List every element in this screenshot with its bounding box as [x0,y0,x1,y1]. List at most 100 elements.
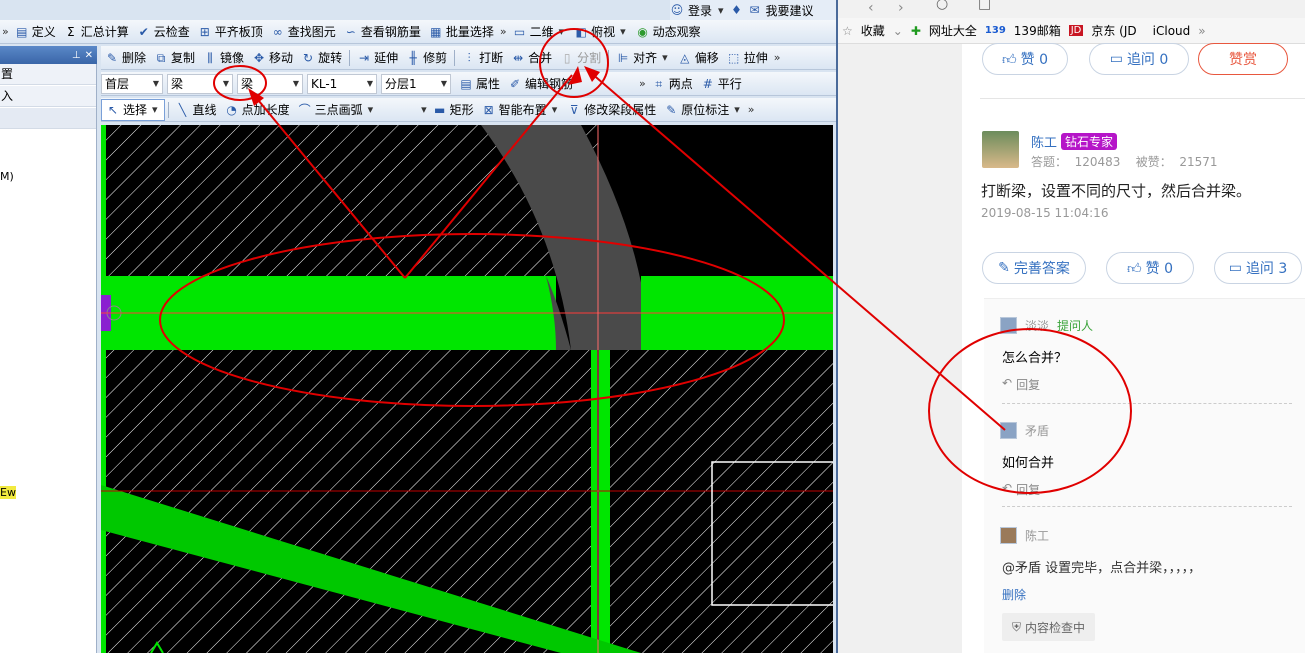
view-rebar-button[interactable]: ∽ 查看钢筋量 [340,21,425,43]
view-top-button[interactable]: ◧ 俯视 ▾ [570,21,632,43]
smart-layout-button[interactable]: ⊠ 智能布置 ▾ [478,99,564,121]
two-points-button[interactable]: ⌗ 两点 [648,73,697,95]
toolbar-overflow-icon[interactable]: » [637,77,648,90]
rect-button[interactable]: ▬ 矩形 [429,99,478,121]
side-row[interactable] [0,108,96,129]
copy-button[interactable]: ⧉ 复制 [150,47,199,69]
edit-rebar-button[interactable]: ✐ 编辑钢筋 [504,73,577,95]
forward-icon[interactable]: › [898,0,904,16]
comment-user[interactable]: 淡淡 [1025,317,1049,334]
beam-green-vertical[interactable] [591,350,610,653]
answerer-name[interactable]: 陈工 [1031,132,1057,151]
expert-badge: 钻石专家 [1061,133,1118,150]
review-badge: ⛨ 内容检查中 [1002,613,1096,641]
divider [608,49,610,66]
split-button[interactable]: ▯ 分割 [556,47,605,69]
side-row[interactable]: 入 [0,86,96,107]
align-button[interactable]: ⊫ 对齐 ▾ [612,47,674,69]
original-mark-button[interactable]: ✎ 原位标注 ▾ [660,99,746,121]
answer-ask-button[interactable]: ▭ 追问 3 [1214,252,1302,284]
modify-segment-button[interactable]: ⊽ 修改梁段属性 [563,99,660,121]
reply-link[interactable]: ↶ 回复 [1002,481,1040,498]
find-element-button[interactable]: ∞ 查找图元 [267,21,340,43]
mirror-button[interactable]: ⫼ 镜像 [199,47,248,69]
bell-icon[interactable]: ♦ [730,3,744,17]
delete-link[interactable]: 删除 [1002,586,1026,603]
member-select[interactable]: KL-1 ▼ [307,73,377,94]
improve-answer-button[interactable]: ✎ 完善答案 [982,252,1086,284]
thumbs-up-icon: 👍︎ [1127,260,1142,277]
drawing-canvas[interactable] [101,125,833,653]
select-button[interactable]: ↖ 选择 ▾ [101,98,165,121]
merge-button[interactable]: ⇹ 合并 [507,47,556,69]
login-button[interactable]: 登录 [688,2,712,19]
answerer-stats: 答题： 120483 被赞： 21571 [1031,155,1218,169]
home-icon[interactable]: □ [978,0,991,12]
bookmark-favorites[interactable]: 收藏 [861,22,885,39]
avatar[interactable] [1000,422,1017,439]
view-2d-button[interactable]: ▭ 二维 ▾ [509,21,571,43]
close-icon[interactable]: ✕ [85,50,93,61]
suggest-button[interactable]: 我要建议 [766,2,814,19]
toolbar-overflow-icon[interactable]: » [772,51,783,64]
bookmark-icloud[interactable]: iCloud [1153,24,1191,38]
extend-button[interactable]: ⇥ 延伸 [353,47,402,69]
stretch-button[interactable]: ⬚ 拉伸 [723,47,772,69]
point-length-button[interactable]: ◔ 点加长度 [221,99,294,121]
bookmark-sites[interactable]: 网址大全 [929,22,977,39]
bookmark-139mail[interactable]: 139邮箱 [1014,22,1061,39]
batch-select-button[interactable]: ▦ 批量选择 [425,21,498,43]
comment-user[interactable]: 矛盾 [1025,422,1049,439]
toolbar-overflow-icon[interactable]: » [498,25,509,38]
comment-user[interactable]: 陈工 [1025,527,1049,544]
side-row[interactable]: 置 [0,64,96,85]
address-bar[interactable]: ‹ › ○ □ [838,0,1305,18]
like-button[interactable]: 👍︎ 赞 0 [982,43,1068,75]
avatar[interactable] [1000,317,1017,334]
toolbar-overflow-icon[interactable]: » [0,25,11,38]
offset-button[interactable]: ◬ 偏移 [674,47,723,69]
avatar[interactable] [1000,527,1017,544]
sublayer-select[interactable]: 分层1 ▼ [381,73,451,94]
type-select[interactable]: 梁 ▼ [167,73,233,94]
more-bookmarks-icon[interactable]: » [1198,24,1205,38]
line-button[interactable]: ╲ 直线 [172,99,221,121]
mail139-icon: 139 [984,25,1006,36]
subtype-select[interactable]: 梁 ▼ [237,73,303,94]
dynamic-view-button[interactable]: ◉ 动态观察 [632,21,705,43]
original-mark-icon: ✎ [666,102,677,117]
chevron-down-icon: ▾ [551,103,558,116]
define-button[interactable]: ▤ 定义 [11,21,60,43]
answer-like-button[interactable]: 👍︎ 赞 0 [1106,252,1194,284]
comment-header: 陈工 [1000,527,1049,544]
arc-button[interactable]: ⌒ 三点画弧 ▾ [294,99,380,121]
pin-icon[interactable]: ⊥ [72,50,81,61]
chevron-down-icon: ▾ [152,103,158,116]
align-top-button[interactable]: ⊞ 平齐板顶 [194,21,267,43]
canvas-drawing[interactable] [101,125,833,653]
reply-link[interactable]: ↶ 回复 [1002,376,1040,393]
eraser-icon: ✎ [106,50,118,65]
refresh-icon[interactable]: ○ [936,0,948,12]
ask-more-button[interactable]: ▭ 追问 0 [1089,43,1189,75]
chevron-down-icon: ⌄ [892,23,903,38]
avatar[interactable] [982,131,1019,168]
floor-select[interactable]: 首层 ▼ [101,73,163,94]
bookmark-jd[interactable]: 京东 (JD [1091,22,1136,39]
summary-calc-button[interactable]: Σ 汇总计算 [60,21,133,43]
parallel-button[interactable]: # 平行 [697,73,746,95]
rotate-button[interactable]: ↻ 旋转 [297,47,346,69]
chevron-down-icon[interactable]: ▾ [419,103,429,116]
chevron-down-icon: ▾ [718,3,724,17]
break-button[interactable]: ⫶ 打断 [458,47,507,69]
toolbar-overflow-icon[interactable]: » [746,103,757,116]
cloud-check-button[interactable]: ✔ 云检查 [133,21,194,43]
trim-button[interactable]: ╫ 修剪 [402,47,451,69]
delete-button[interactable]: ✎ 删除 [101,47,150,69]
reward-button[interactable]: 赞赏 [1198,43,1288,75]
attribute-button[interactable]: ▤ 属性 [455,73,504,95]
move-button[interactable]: ✥ 移动 [248,47,297,69]
chevron-down-icon: ▾ [662,51,668,64]
beam-green-vertical[interactable] [101,125,106,653]
back-icon[interactable]: ‹ [868,0,874,16]
